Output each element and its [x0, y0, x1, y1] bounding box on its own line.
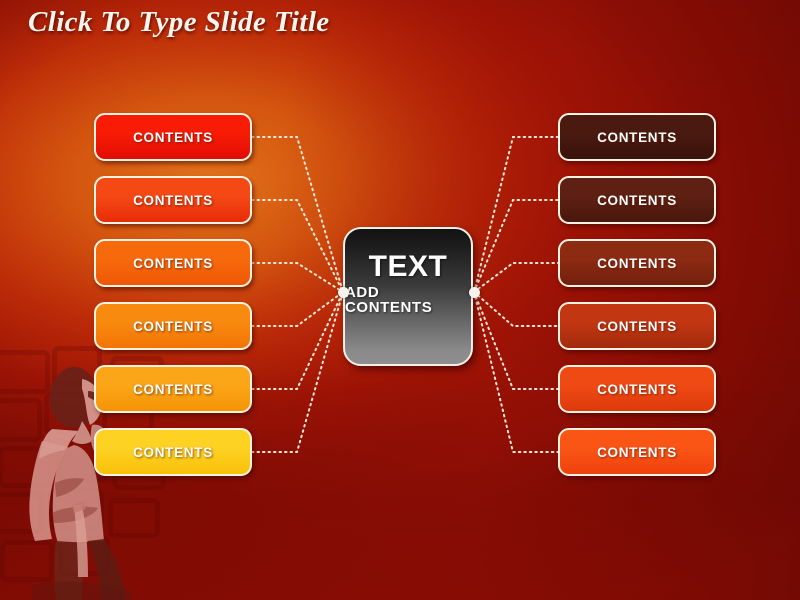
left-node-6[interactable]: CONTENTS [94, 428, 252, 476]
hub-title: TEXT [368, 250, 448, 283]
left-node-1-label: CONTENTS [133, 129, 213, 145]
connector-hub-left-dot [338, 287, 349, 298]
right-node-4[interactable]: CONTENTS [558, 302, 716, 350]
left-node-3-label: CONTENTS [133, 255, 213, 271]
page-title: Click To Type Slide Title [28, 6, 330, 38]
slide-canvas: Click To Type Slide Title CONTENTS CONTEN… [0, 0, 800, 600]
left-node-4-label: CONTENTS [133, 318, 213, 334]
right-node-6[interactable]: CONTENTS [558, 428, 716, 476]
left-node-5-label: CONTENTS [133, 381, 213, 397]
right-node-6-label: CONTENTS [597, 444, 677, 460]
center-hub-box[interactable]: TEXT ADD CONTENTS [343, 227, 473, 366]
right-node-5[interactable]: CONTENTS [558, 365, 716, 413]
right-node-2-label: CONTENTS [597, 192, 677, 208]
left-node-6-label: CONTENTS [133, 444, 213, 460]
right-node-5-label: CONTENTS [597, 381, 677, 397]
right-node-1[interactable]: CONTENTS [558, 113, 716, 161]
hub-subtitle: ADD CONTENTS [345, 284, 433, 316]
right-node-4-label: CONTENTS [597, 318, 677, 334]
left-node-1[interactable]: CONTENTS [94, 113, 252, 161]
left-node-5[interactable]: CONTENTS [94, 365, 252, 413]
right-node-3-label: CONTENTS [597, 255, 677, 271]
connector-hub-right-dot [469, 287, 480, 298]
right-node-2[interactable]: CONTENTS [558, 176, 716, 224]
left-node-2[interactable]: CONTENTS [94, 176, 252, 224]
right-node-1-label: CONTENTS [597, 129, 677, 145]
left-node-4[interactable]: CONTENTS [94, 302, 252, 350]
left-node-2-label: CONTENTS [133, 192, 213, 208]
left-node-3[interactable]: CONTENTS [94, 239, 252, 287]
right-node-3[interactable]: CONTENTS [558, 239, 716, 287]
